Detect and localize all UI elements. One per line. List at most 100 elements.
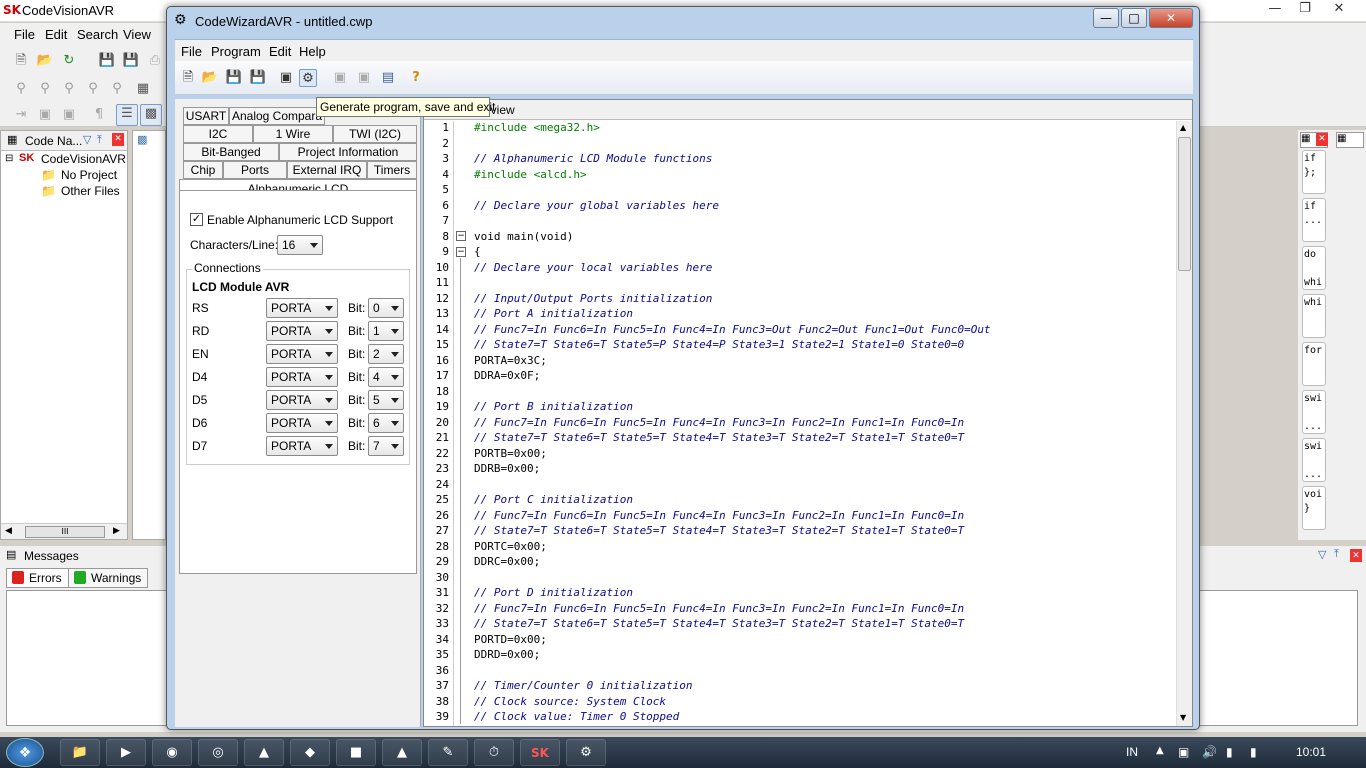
- pin-d6-port-select[interactable]: PORTA: [266, 413, 338, 433]
- editor-scroll-thumb[interactable]: [1178, 137, 1191, 271]
- tab-usart[interactable]: USART: [183, 107, 229, 125]
- media-player-icon[interactable]: ▶: [106, 739, 146, 766]
- find-next-icon[interactable]: ⚲: [36, 80, 54, 98]
- wizard-minimize-button[interactable]: —: [1093, 8, 1119, 28]
- code-line[interactable]: // Alphanumeric LCD Module functions: [474, 152, 712, 167]
- pin-rs-port-select[interactable]: PORTA: [266, 298, 338, 318]
- help-icon[interactable]: ?: [407, 69, 425, 87]
- save-project-icon[interactable]: 💾: [225, 69, 243, 87]
- template-snippet[interactable]: do whi: [1302, 246, 1326, 290]
- pin-d4-bit-select[interactable]: 4: [368, 367, 404, 387]
- copy-icon[interactable]: ▣: [331, 69, 349, 87]
- app-icon[interactable]: ⏱: [474, 739, 514, 766]
- close-icon[interactable]: ✕: [1326, 1, 1352, 19]
- pane-dropdown-icon[interactable]: ▽: [83, 133, 91, 146]
- wizard-menu-help[interactable]: Help: [299, 44, 326, 59]
- minimize-icon[interactable]: —: [1262, 1, 1288, 19]
- enable-lcd-checkbox[interactable]: ✓: [190, 213, 203, 226]
- pin-d5-port-select[interactable]: PORTA: [266, 390, 338, 410]
- code-line[interactable]: {: [474, 245, 481, 260]
- fold-toggle-icon[interactable]: −: [456, 247, 466, 257]
- scroll-thumb[interactable]: III: [25, 526, 105, 538]
- signal-icon[interactable]: ▮: [1226, 745, 1233, 759]
- scroll-down-icon[interactable]: ▼: [1180, 713, 1186, 722]
- pin-d6-bit-select[interactable]: 6: [368, 413, 404, 433]
- tab-external-irq[interactable]: External IRQ: [287, 161, 367, 179]
- refresh-icon[interactable]: ↻: [60, 52, 78, 70]
- template-snippet[interactable]: if };: [1302, 150, 1326, 194]
- editor-vertical-scrollbar[interactable]: ▲ ▼: [1176, 121, 1192, 726]
- code-line[interactable]: // Declare your local variables here: [474, 261, 712, 276]
- tab-i2c[interactable]: I2C: [183, 125, 253, 143]
- messages-close-icon[interactable]: ✕: [1350, 549, 1362, 562]
- code-line[interactable]: // Input/Output Ports initialization: [474, 292, 712, 307]
- volume-icon[interactable]: 🔊: [1202, 745, 1217, 759]
- tray-expand-icon[interactable]: ▲: [1156, 745, 1164, 756]
- app-icon[interactable]: ◆: [290, 739, 330, 766]
- generate-program-icon[interactable]: ⚙: [299, 69, 317, 87]
- new-project-icon[interactable]: 🗎: [179, 69, 197, 87]
- pin-d5-bit-select[interactable]: 5: [368, 390, 404, 410]
- pin-d7-port-select[interactable]: PORTA: [266, 436, 338, 456]
- menu-edit[interactable]: Edit: [45, 27, 67, 42]
- pin-rs-bit-select[interactable]: 0: [368, 298, 404, 318]
- tab-project-information[interactable]: Project Information: [279, 143, 417, 161]
- code-line[interactable]: PORTC=0x00;: [474, 540, 547, 555]
- pin-en-bit-select[interactable]: 2: [368, 344, 404, 364]
- menu-view[interactable]: View: [123, 27, 151, 42]
- code-line[interactable]: PORTD=0x00;: [474, 633, 547, 648]
- toggle-icon[interactable]: ▣: [36, 106, 54, 124]
- code-line[interactable]: // Func7=In Func6=In Func5=In Func4=In F…: [474, 323, 991, 338]
- template-snippet[interactable]: if ...: [1302, 198, 1326, 242]
- scroll-right-icon[interactable]: ▶: [113, 526, 120, 536]
- code-line[interactable]: // Declare your global variables here: [474, 199, 719, 214]
- indent-icon[interactable]: ⇥: [12, 106, 30, 124]
- save-icon[interactable]: 💾: [98, 52, 116, 70]
- paragraph-icon[interactable]: ¶: [90, 106, 108, 124]
- code-line[interactable]: // State7=T State6=T State5=T State4=T S…: [474, 524, 964, 539]
- tab-warnings[interactable]: Warnings: [68, 568, 149, 588]
- tree-item-no-project[interactable]: No Project: [61, 168, 117, 182]
- scroll-up-icon[interactable]: ▲: [1180, 123, 1186, 132]
- wizard-menu-program[interactable]: Program: [211, 44, 261, 59]
- code-navigator-toggle-icon[interactable]: ☰: [116, 104, 138, 126]
- menu-search[interactable]: Search: [77, 27, 118, 42]
- app-icon[interactable]: ✎: [428, 739, 468, 766]
- tab-analog-comparator[interactable]: Analog Compara: [229, 107, 325, 125]
- wizard-menu-edit[interactable]: Edit: [269, 44, 291, 59]
- pin-d4-port-select[interactable]: PORTA: [266, 367, 338, 387]
- tab-bit-banged[interactable]: Bit-Banged: [183, 143, 279, 161]
- language-indicator[interactable]: IN: [1126, 745, 1138, 759]
- code-line[interactable]: // Port B initialization: [474, 400, 633, 415]
- code-line[interactable]: // Port D initialization: [474, 586, 633, 601]
- messages-dropdown-icon[interactable]: ▽: [1318, 548, 1326, 561]
- restore-icon[interactable]: ❐: [1292, 1, 1318, 19]
- pin-rd-bit-select[interactable]: 1: [368, 321, 404, 341]
- tab-ports[interactable]: Ports: [223, 161, 287, 179]
- code-info-toggle-icon[interactable]: ▩: [140, 104, 162, 126]
- wizard-maximize-button[interactable]: □: [1121, 8, 1147, 28]
- pin-rd-port-select[interactable]: PORTA: [266, 321, 338, 341]
- program-preview-editor[interactable]: review 1 2 3 4 5 6 7 8 9 10 11 12 13 14 15 16 17 18 19 20 21…: [423, 99, 1193, 727]
- search-files-icon[interactable]: ⚲: [108, 80, 126, 98]
- code-line[interactable]: // Port C initialization: [474, 493, 633, 508]
- explorer-icon[interactable]: 📁: [60, 739, 100, 766]
- code-line[interactable]: DDRC=0x00;: [474, 555, 540, 570]
- pane-close-icon[interactable]: ✕: [112, 133, 124, 146]
- code-line[interactable]: DDRA=0x0F;: [474, 369, 540, 384]
- fold-toggle-icon[interactable]: −: [456, 231, 466, 241]
- network-icon[interactable]: ▣: [1178, 745, 1189, 759]
- code-line[interactable]: // State7=T State6=T State5=P State4=P S…: [474, 338, 964, 353]
- save-as-icon[interactable]: 💾: [249, 69, 267, 87]
- code-line[interactable]: // State7=T State6=T State5=T State4=T S…: [474, 617, 964, 632]
- code-line[interactable]: #include <alcd.h>: [474, 168, 587, 183]
- tab-twi[interactable]: TWI (I2C): [333, 125, 417, 143]
- pin-en-port-select[interactable]: PORTA: [266, 344, 338, 364]
- code-line[interactable]: // Func7=In Func6=In Func5=In Func4=In F…: [474, 416, 964, 431]
- code-line[interactable]: PORTA=0x3C;: [474, 354, 547, 369]
- messages-pin-icon[interactable]: ⤒: [1334, 548, 1339, 561]
- pin-icon[interactable]: ⤒: [97, 133, 102, 147]
- clipboard-tab-icon[interactable]: ▦: [1336, 132, 1364, 148]
- app-icon[interactable]: ■: [336, 739, 376, 766]
- wizard-menu-file[interactable]: File: [181, 44, 202, 59]
